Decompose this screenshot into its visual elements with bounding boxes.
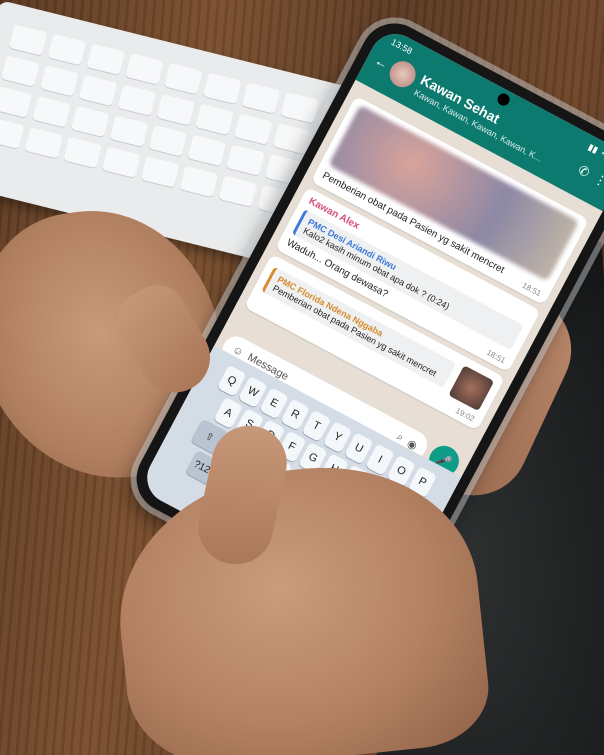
- message-time: 19:02: [454, 406, 476, 424]
- more-options-icon[interactable]: ⋮: [591, 170, 604, 190]
- image-thumbnail[interactable]: [448, 365, 495, 412]
- back-arrow-icon[interactable]: ←: [372, 52, 392, 73]
- status-time: 13:58: [389, 36, 415, 57]
- signal-icon: ▮▮ ◔ ▭: [586, 141, 604, 164]
- photo-scene: 13:58 ▮▮ ◔ ▭ ← Kawan Sehat Kawan, Kawan,…: [0, 0, 604, 755]
